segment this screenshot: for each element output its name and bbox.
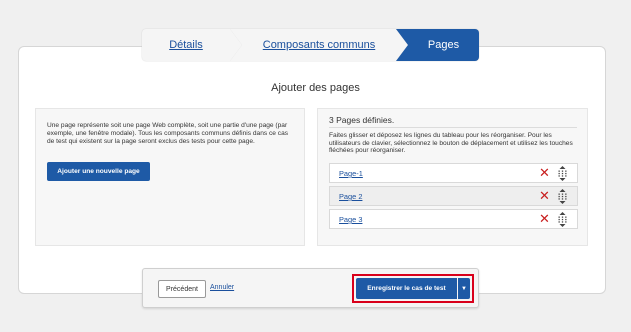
step-common-components-label: Composants communs bbox=[262, 39, 376, 51]
page-link[interactable]: Page-1 bbox=[339, 169, 363, 178]
page-link[interactable]: Page 3 bbox=[339, 215, 362, 224]
page-description: Une page représente soit une page Web co… bbox=[47, 122, 289, 145]
drag-handle-icon[interactable] bbox=[557, 166, 568, 181]
divider bbox=[329, 127, 577, 128]
drag-handle-icon[interactable] bbox=[557, 212, 568, 227]
close-icon[interactable]: ✕ bbox=[538, 189, 551, 203]
close-icon[interactable]: ✕ bbox=[538, 166, 551, 180]
pages-panel: 3 Pages définies. Faites glisser et dépo… bbox=[317, 108, 588, 246]
pages-count-heading: 3 Pages définies. bbox=[329, 115, 395, 125]
step-details-label: Détails bbox=[169, 39, 203, 51]
cancel-link[interactable]: Annuler bbox=[210, 284, 234, 291]
drag-handle-icon[interactable] bbox=[557, 189, 568, 204]
chevron-down-icon[interactable]: ▼ bbox=[458, 278, 470, 299]
table-row[interactable]: Page 3 ✕ bbox=[329, 209, 578, 229]
step-common-components-link[interactable]: Composants communs bbox=[230, 29, 408, 61]
step-pages-current: Pages bbox=[396, 29, 479, 61]
page-title: Ajouter des pages bbox=[271, 82, 360, 94]
table-row[interactable]: Page 2 ✕ bbox=[329, 186, 578, 206]
close-icon[interactable]: ✕ bbox=[538, 212, 551, 226]
step-pages-label: Pages bbox=[427, 39, 460, 51]
wizard-steps: Détails Composants communs Pages bbox=[142, 29, 479, 61]
step-details-link[interactable]: Détails bbox=[142, 29, 242, 61]
reorder-instructions: Faites glisser et déposez les lignes du … bbox=[329, 132, 573, 155]
table-row[interactable]: Page-1 ✕ bbox=[329, 163, 578, 183]
save-test-case-button[interactable]: Enregistrer le cas de test bbox=[356, 278, 457, 299]
pages-table: Page-1 ✕ Page 2 ✕ Page 3 ✕ bbox=[329, 163, 578, 232]
page-link[interactable]: Page 2 bbox=[339, 192, 362, 201]
footer-bar: Précédent Annuler Enregistrer le cas de … bbox=[142, 268, 479, 308]
add-page-button[interactable]: Ajouter une nouvelle page bbox=[47, 162, 150, 181]
previous-button[interactable]: Précédent bbox=[158, 280, 206, 298]
page: Détails Composants communs Pages Ajouter… bbox=[0, 0, 631, 332]
info-panel: Une page représente soit une page Web co… bbox=[35, 108, 305, 246]
